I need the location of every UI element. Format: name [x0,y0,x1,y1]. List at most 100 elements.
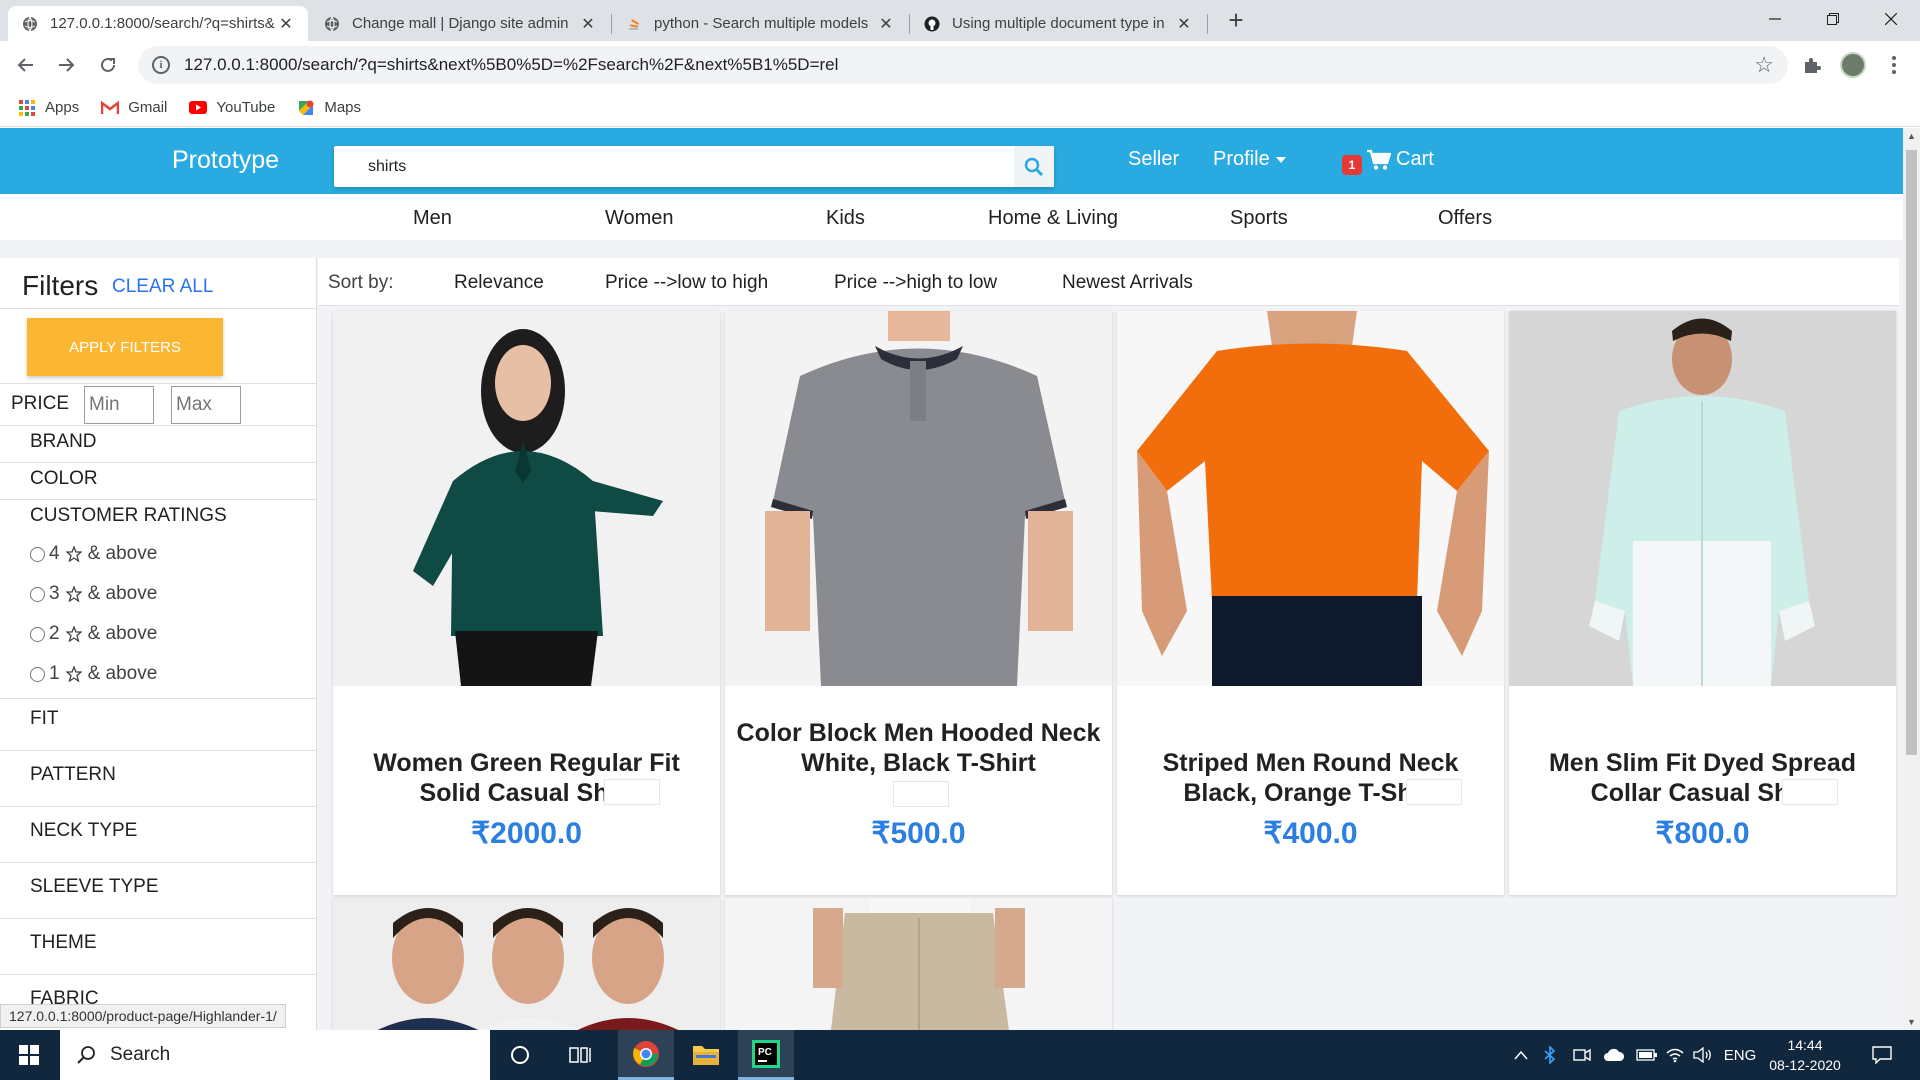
windows-start-button[interactable] [0,1030,58,1080]
seller-link[interactable]: Seller [1128,148,1179,171]
back-arrow-icon[interactable] [12,51,40,79]
language-indicator[interactable]: ENG [1720,1030,1760,1080]
divider [0,462,317,463]
tray-chevron-up-icon[interactable] [1508,1030,1534,1080]
product-card[interactable] [333,898,720,1030]
product-image-three-men-tshirts[interactable] [333,898,720,1030]
filter-color[interactable]: COLOR [30,468,98,490]
scrollbar-thumb[interactable] [1906,150,1917,755]
price-max-input[interactable] [171,386,241,424]
restore-icon[interactable] [1804,0,1862,38]
filter-pattern[interactable]: PATTERN [30,764,116,786]
address-bar[interactable]: i 127.0.0.1:8000/search/?q=shirts&next%5… [138,46,1788,84]
product-card[interactable]: Striped Men Round Neck Black, Orange T-S… [1117,311,1504,895]
profile-avatar[interactable] [1840,52,1866,78]
product-card[interactable]: Color Block Men Hooded Neck White, Black… [725,311,1112,895]
onedrive-cloud-icon[interactable] [1600,1030,1628,1080]
taskbar-clock[interactable]: 14:44 08-12-2020 [1760,1035,1850,1075]
category-women[interactable]: Women [605,207,674,230]
category-sports[interactable]: Sports [1230,207,1288,230]
window-close-icon[interactable] [1862,0,1920,38]
divider [0,698,317,699]
filter-fit[interactable]: FIT [30,708,59,730]
scroll-down-arrow-icon[interactable]: ▼ [1903,1014,1920,1030]
bookmark-youtube[interactable]: YouTube [189,99,275,117]
sort-price-high-low[interactable]: Price -->high to low [834,272,997,294]
divider [0,974,317,975]
reload-icon[interactable] [94,51,122,79]
volume-icon[interactable] [1690,1030,1716,1080]
bookmark-star-icon[interactable]: ☆ [1754,52,1774,78]
product-name[interactable]: Color Block Men Hooded Neck White, Black… [735,718,1102,778]
filter-neck-type[interactable]: NECK TYPE [30,820,137,842]
rating-option-4[interactable]: 4 & above [30,543,157,565]
product-card[interactable]: Women Green Regular Fit Solid Casual Shi… [333,311,720,895]
close-icon[interactable]: ✕ [276,14,296,34]
category-offers[interactable]: Offers [1438,207,1492,230]
sort-newest-arrivals[interactable]: Newest Arrivals [1062,272,1193,294]
forward-arrow-icon[interactable] [52,51,80,79]
bluetooth-icon[interactable] [1538,1030,1562,1080]
meet-now-icon[interactable] [1570,1030,1594,1080]
product-image-man-grey-polo[interactable] [725,311,1112,686]
product-image-man-orange-tshirt[interactable] [1117,311,1504,686]
notifications-icon[interactable] [1862,1030,1902,1080]
radio-button[interactable] [30,626,45,642]
wifi-icon[interactable] [1662,1030,1688,1080]
chrome-taskbar-icon[interactable] [618,1030,674,1080]
bookmark-maps[interactable]: Maps [297,99,361,117]
close-icon[interactable]: ✕ [578,14,598,34]
minimize-icon[interactable] [1746,0,1804,38]
category-home-living[interactable]: Home & Living [988,207,1118,230]
bookmark-gmail[interactable]: Gmail [101,99,167,117]
new-tab-button[interactable]: + [1222,6,1250,34]
rating-option-2[interactable]: 2 & above [30,623,157,645]
task-view-icon[interactable] [552,1030,608,1080]
apply-filters-button[interactable]: APPLY FILTERS [27,318,223,376]
radio-button[interactable] [30,586,45,602]
radio-button[interactable] [30,546,45,562]
product-card[interactable] [725,898,1112,1030]
product-image-man-beige-chinos[interactable] [725,898,1112,1030]
search-button[interactable] [1014,146,1054,187]
category-kids[interactable]: Kids [826,207,865,230]
scroll-up-arrow-icon[interactable]: ▲ [1903,128,1920,144]
profile-dropdown[interactable]: Profile [1213,148,1287,171]
radio-button[interactable] [30,666,45,682]
search-input[interactable] [334,146,1014,187]
clear-all-link[interactable]: CLEAR ALL [112,276,213,298]
close-icon[interactable]: ✕ [1174,14,1194,34]
filters-title: Filters [22,270,99,301]
cart-link[interactable]: Cart [1367,148,1434,171]
close-icon[interactable]: ✕ [876,14,896,34]
menu-kebab-icon[interactable] [1880,51,1908,79]
site-info-icon[interactable]: i [152,56,170,74]
tab-django-admin[interactable]: Change mall | Django site admin ✕ [310,6,610,41]
product-image-man-white-shirt[interactable] [1509,311,1896,686]
extensions-puzzle-icon[interactable] [1798,51,1826,79]
file-explorer-icon[interactable] [678,1030,734,1080]
cortana-icon[interactable] [492,1030,548,1080]
sort-price-low-high[interactable]: Price -->low to high [605,272,768,294]
tab-search-results[interactable]: 127.0.0.1:8000/search/?q=shirts& ✕ [8,6,308,41]
pycharm-icon[interactable]: PC [738,1030,794,1080]
tab-stackoverflow[interactable]: python - Search multiple models ✕ [612,6,908,41]
tab-github[interactable]: Using multiple document type in ✕ [910,6,1206,41]
bookmark-apps[interactable]: Apps [18,99,79,117]
rating-option-3[interactable]: 3 & above [30,583,157,605]
filter-brand[interactable]: BRAND [30,431,97,453]
product-image-woman-green-shirt[interactable] [333,311,720,686]
price-min-input[interactable] [84,386,154,424]
brand-logo[interactable]: Prototype [172,146,279,175]
product-card[interactable]: Men Slim Fit Dyed Spread Collar Casual S… [1509,311,1896,895]
taskbar-search-box[interactable]: Search [60,1030,490,1080]
filter-sleeve-type[interactable]: SLEEVE TYPE [30,876,159,898]
battery-icon[interactable] [1634,1030,1660,1080]
filter-theme[interactable]: THEME [30,932,97,954]
page-scrollbar[interactable]: ▲ ▼ [1903,128,1920,1030]
product-tag-row [725,781,1112,807]
sort-relevance[interactable]: Relevance [454,272,544,294]
browser-toolbar: i 127.0.0.1:8000/search/?q=shirts&next%5… [0,41,1920,89]
category-men[interactable]: Men [413,207,452,230]
rating-option-1[interactable]: 1 & above [30,663,157,685]
